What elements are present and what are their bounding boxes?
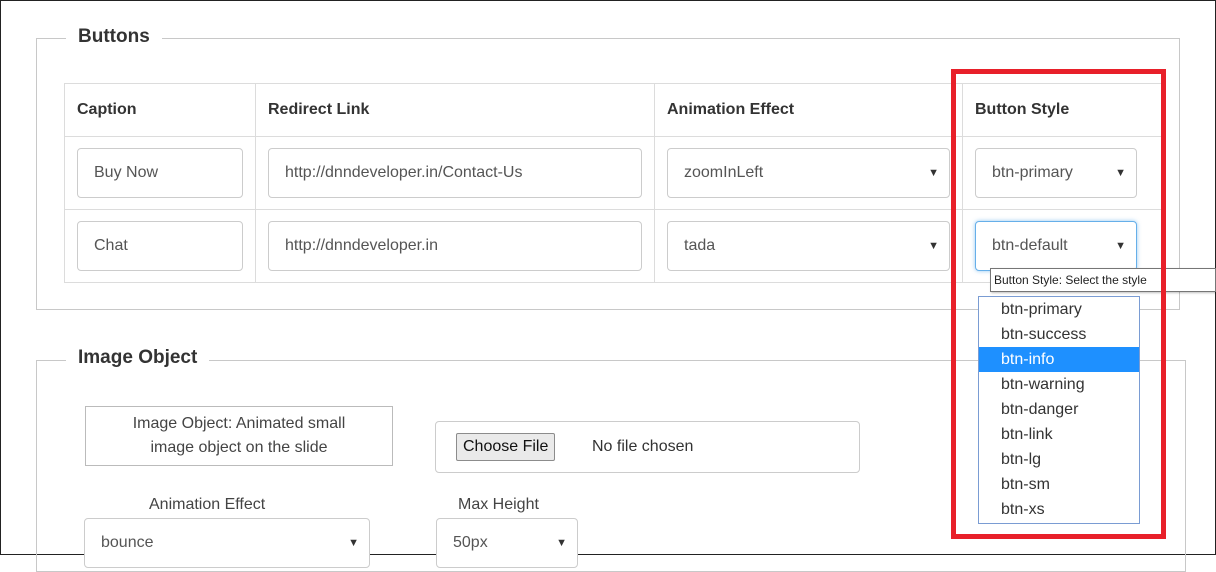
dropdown-option[interactable]: btn-xs [979, 497, 1139, 522]
description-line: image object on the slide [150, 439, 328, 456]
animation-effect-value: zoomInLeft [684, 164, 764, 181]
image-object-legend: Image Object [66, 347, 210, 369]
button-style-dropdown-list: btn-primary btn-success btn-info btn-war… [978, 296, 1140, 524]
button-style-select[interactable]: btn-default ▼ [975, 221, 1137, 271]
chevron-down-icon: ▼ [1109, 149, 1126, 197]
table-row: Buy Now http://dnndeveloper.in/Contact-U… [64, 136, 1162, 210]
max-height-value: 50px [453, 534, 488, 551]
animation-effect-select[interactable]: zoomInLeft ▼ [667, 148, 950, 198]
description-line: Image Object: Animated small [132, 415, 346, 432]
caption-input[interactable]: Buy Now [77, 148, 243, 198]
dropdown-option[interactable]: btn-link [979, 422, 1139, 447]
dropdown-option[interactable]: btn-danger [979, 397, 1139, 422]
animation-effect-value: tada [684, 237, 716, 254]
dropdown-option[interactable]: btn-sm [979, 472, 1139, 497]
redirect-link-input[interactable]: http://dnndeveloper.in/Contact-Us [268, 148, 642, 198]
dropdown-option[interactable]: btn-success [979, 322, 1139, 347]
dropdown-option[interactable]: btn-primary [979, 297, 1139, 322]
dropdown-option-highlighted[interactable]: btn-info [979, 347, 1139, 372]
button-style-tooltip: Button Style: Select the style [990, 268, 1216, 292]
table-header-row: Caption Redirect Link Animation Effect B… [64, 83, 1162, 137]
chevron-down-icon: ▼ [928, 240, 939, 252]
buttons-table: Caption Redirect Link Animation Effect B… [64, 83, 1162, 283]
chevron-down-icon: ▼ [1109, 222, 1126, 270]
redirect-link-input[interactable]: http://dnndeveloper.in [268, 221, 642, 271]
column-header-redirect-link: Redirect Link [255, 83, 655, 137]
button-style-value: btn-primary [992, 164, 1073, 181]
column-header-caption: Caption [64, 83, 256, 137]
file-status: No file chosen [592, 438, 694, 455]
column-header-animation-effect: Animation Effect [654, 83, 963, 137]
image-animation-select[interactable]: bounce ▼ [84, 518, 370, 568]
animation-effect-label: Animation Effect [149, 496, 266, 513]
file-input: Choose File No file chosen [435, 421, 860, 473]
choose-file-button[interactable]: Choose File [456, 433, 556, 461]
chevron-down-icon: ▼ [928, 167, 939, 179]
column-header-button-style: Button Style [962, 83, 1162, 137]
chevron-down-icon: ▼ [556, 537, 567, 549]
chevron-down-icon: ▼ [348, 537, 359, 549]
animation-effect-select[interactable]: tada ▼ [667, 221, 950, 271]
button-style-value: btn-default [992, 237, 1068, 254]
dropdown-option[interactable]: btn-lg [979, 447, 1139, 472]
image-animation-value: bounce [101, 534, 154, 551]
button-style-select[interactable]: btn-primary ▼ [975, 148, 1137, 198]
buttons-legend: Buttons [66, 26, 162, 48]
dropdown-option[interactable]: btn-warning [979, 372, 1139, 397]
max-height-select[interactable]: 50px ▼ [436, 518, 578, 568]
caption-input[interactable]: Chat [77, 221, 243, 271]
image-object-description: Image Object: Animated small image objec… [85, 406, 393, 466]
max-height-label: Max Height [458, 496, 539, 513]
